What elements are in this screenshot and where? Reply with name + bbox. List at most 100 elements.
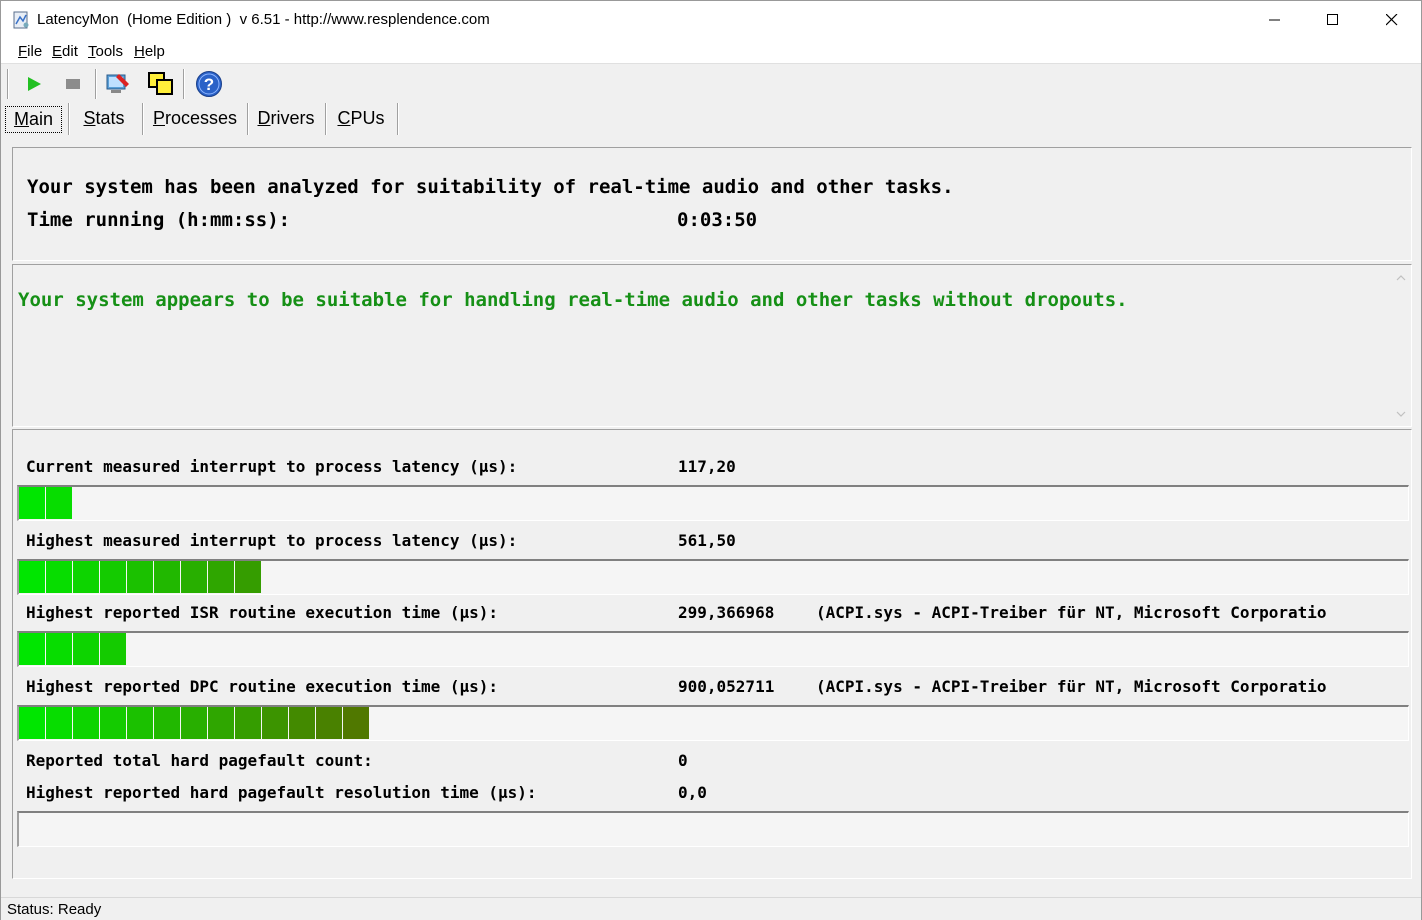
menu-edit-accel: E (52, 43, 63, 60)
metric-driver-info: (ACPI.sys - ACPI-Treiber für NT, Microso… (816, 603, 1327, 622)
tab-drivers[interactable]: Drivers (253, 103, 319, 133)
menu-edit-label: dit (62, 43, 78, 60)
analyze-button[interactable] (105, 70, 133, 98)
maximize-button[interactable] (1304, 1, 1362, 39)
latency-bar-segment (343, 707, 369, 739)
tab-main-label: ain (28, 109, 54, 129)
start-button[interactable] (20, 70, 48, 98)
window-title: LatencyMon (Home Edition ) v 6.51 - http… (37, 11, 490, 28)
latency-bar-segment (127, 707, 153, 739)
scroll-up-button[interactable] (1392, 269, 1409, 286)
menu-file-label: ile (27, 43, 43, 60)
latency-bar-segment (46, 487, 72, 519)
menu-help-label: elp (144, 43, 165, 60)
latency-bar-fill (19, 487, 73, 519)
metric-value: 0,0 (678, 783, 707, 802)
stop-button[interactable] (59, 70, 87, 98)
tab-separator (247, 103, 249, 135)
latency-bar-segment (73, 707, 99, 739)
latency-bar-segment (181, 707, 207, 739)
metric-label: Highest measured interrupt to process la… (26, 531, 518, 550)
latency-bar-segment (46, 633, 72, 665)
tab-stats[interactable]: Stats (74, 103, 134, 133)
close-button[interactable] (1363, 1, 1421, 39)
latency-bar-segment (19, 561, 45, 593)
latency-bar (17, 631, 1409, 667)
latencymon-app-icon (13, 11, 29, 29)
latency-bar-segment (73, 561, 99, 593)
latency-bar-segment (289, 707, 315, 739)
tab-processes[interactable]: Processes (148, 103, 242, 133)
latency-bar-segment (100, 707, 126, 739)
metric-value: 0 (678, 751, 688, 770)
window-icon (148, 72, 173, 95)
tab-main[interactable]: Main (5, 106, 62, 133)
analyze-icon (106, 74, 129, 93)
metric-driver-info: (ACPI.sys - ACPI-Treiber für NT, Microso… (816, 677, 1327, 696)
toolbar-separator (183, 69, 185, 99)
tab-main-accel: M (13, 109, 29, 129)
chevron-down-icon (1396, 411, 1405, 417)
metrics-panel: Current measured interrupt to process la… (12, 429, 1412, 879)
menu-tools[interactable]: Tools (88, 43, 123, 60)
toolbar-grip (7, 69, 9, 99)
help-button[interactable]: ? (195, 70, 223, 98)
latency-bar-segment (235, 561, 261, 593)
menu-file[interactable]: File (18, 43, 42, 60)
verdict-scrollbar[interactable] (1392, 267, 1409, 424)
tab-cpus-label: PUs (350, 107, 385, 128)
latency-bar-segment (316, 707, 342, 739)
tab-drivers-accel: D (257, 107, 271, 128)
window-button[interactable] (147, 70, 175, 98)
tab-cpus-accel: C (337, 107, 351, 128)
latency-bar-segment (181, 561, 207, 593)
minimize-button[interactable] (1246, 1, 1304, 39)
toolbar: ? (1, 65, 1421, 103)
latency-bar-segment (46, 707, 72, 739)
tab-separator (325, 103, 327, 135)
title-bar[interactable]: LatencyMon (Home Edition ) v 6.51 - http… (1, 1, 1421, 39)
toolbar-separator (95, 69, 97, 99)
app-window: LatencyMon (Home Edition ) v 6.51 - http… (0, 0, 1422, 920)
svg-text:?: ? (204, 75, 214, 94)
latency-bar-segment (73, 633, 99, 665)
latency-bar-segment (19, 707, 45, 739)
latency-bar-segment (19, 487, 45, 519)
latency-bar (17, 705, 1409, 741)
metric-value: 561,50 (678, 531, 736, 550)
latency-bar-segment (235, 707, 261, 739)
menu-bar: File Edit Tools Help (1, 39, 1421, 64)
latency-bar-segment (100, 633, 126, 665)
latency-bar-segment (46, 561, 72, 593)
latency-bar-segment (100, 561, 126, 593)
metric-label: Current measured interrupt to process la… (26, 457, 518, 476)
tab-stats-accel: S (83, 107, 96, 128)
latency-bar-segment (208, 707, 234, 739)
summary-panel: Your system has been analyzed for suitab… (12, 147, 1412, 261)
tab-cpus[interactable]: C PUs (331, 103, 391, 133)
menu-tools-label: ools (95, 43, 124, 60)
latency-bar-segment (262, 707, 288, 739)
tab-strip: Main Stats Processes Drivers C PUs (1, 103, 1421, 135)
minimize-icon (1269, 19, 1280, 21)
verdict-panel[interactable]: Your system appears to be suitable for h… (12, 264, 1412, 427)
status-text: Status: Ready (7, 901, 102, 918)
verdict-text: Your system appears to be suitable for h… (18, 289, 1128, 311)
metric-value: 900,052711 (678, 677, 775, 696)
tab-separator (142, 103, 144, 135)
time-running-label: Time running (h:mm:ss): (27, 209, 291, 231)
menu-edit[interactable]: Edit (52, 43, 78, 60)
latency-bar-fill (19, 707, 370, 739)
metric-label: Highest reported DPC routine execution t… (26, 677, 499, 696)
latency-bar-fill (19, 561, 262, 593)
metric-value: 117,20 (678, 457, 736, 476)
menu-help[interactable]: Help (134, 43, 165, 60)
chevron-up-icon (1396, 274, 1405, 280)
time-running-value: 0:03:50 (677, 209, 758, 231)
status-bar: Status: Ready (1, 897, 1421, 920)
scroll-down-button[interactable] (1392, 405, 1409, 422)
latency-bar-segment (154, 561, 180, 593)
help-icon: ? (196, 71, 222, 97)
metric-label: Highest reported ISR routine execution t… (26, 603, 499, 622)
metric-label: Highest reported hard pagefault resoluti… (26, 783, 537, 802)
